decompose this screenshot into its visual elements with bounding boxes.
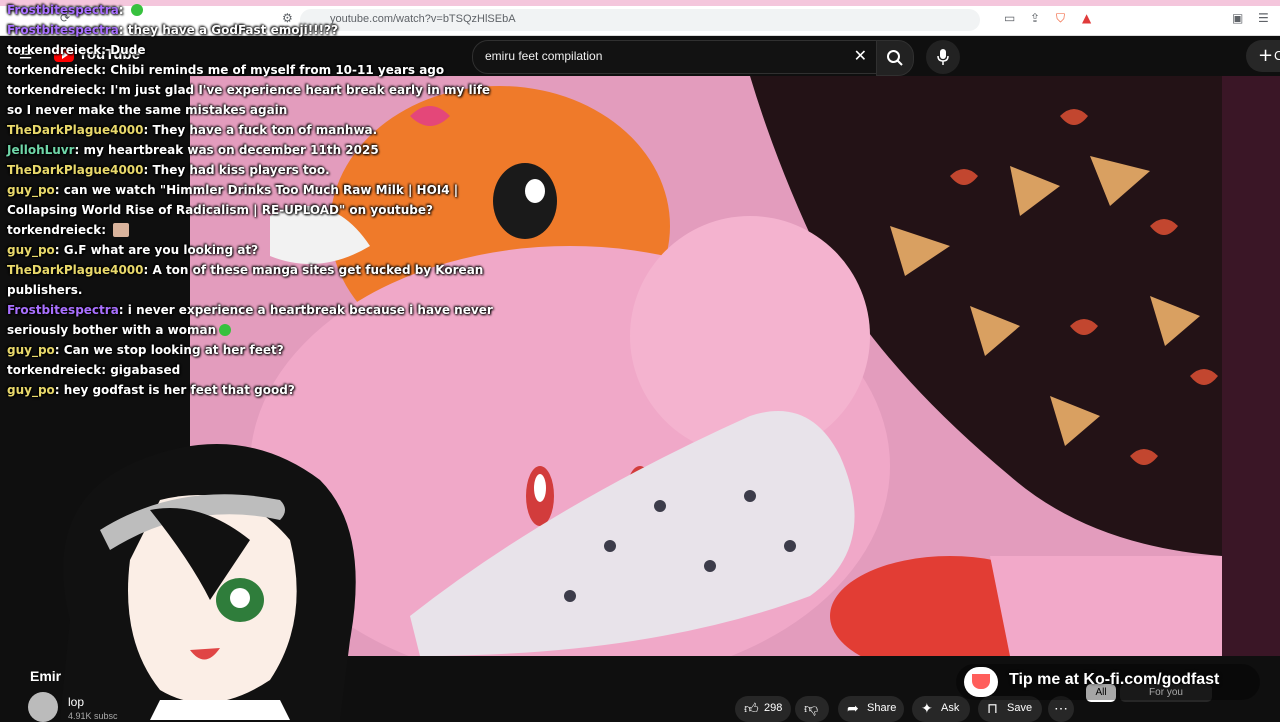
chat-message: torkendreieck: gigabased <box>7 360 507 380</box>
sidebar-toggle-icon[interactable]: ▣ <box>1232 11 1243 25</box>
rewards-icon[interactable]: ▲ <box>1082 11 1091 25</box>
like-count: 298 <box>764 702 783 714</box>
chat-message: torkendreieck: <box>7 220 507 240</box>
like-button[interactable]: 👍︎ 298 <box>735 696 791 722</box>
chat-message: guy_po: Can we stop looking at her feet? <box>7 340 507 360</box>
create-label: C <box>1274 48 1280 63</box>
more-icon: ⋯ <box>1054 700 1068 716</box>
thumbs-up-icon: 👍︎ <box>744 700 759 716</box>
chat-message: TheDarkPlague4000: A ton of these manga … <box>7 260 507 300</box>
chat-username: torkendreieck <box>7 363 102 377</box>
chat-text: G.F what are you looking at? <box>63 243 259 257</box>
sparkle-icon: ✦ <box>921 700 933 716</box>
face-emote-icon <box>113 223 130 237</box>
voice-search-button[interactable] <box>926 40 960 74</box>
kofi-text: Tip me at Ko-fi.com/godfast <box>1009 671 1220 688</box>
create-button[interactable]: + C <box>1246 40 1280 72</box>
chat-username: torkendreieck <box>7 223 102 237</box>
channel-name[interactable]: lop <box>68 695 84 709</box>
chat-text: Dude <box>110 43 146 57</box>
chat-message: Frostbitespectra: they have a GodFast em… <box>7 20 507 40</box>
chat-text: they have a GodFast emoji!!!?? <box>127 23 339 37</box>
chat-message: JellohLuvr: my heartbreak was on decembe… <box>7 140 507 160</box>
chat-separator: : <box>54 383 64 397</box>
ask-button[interactable]: ✦ Ask <box>912 696 970 722</box>
chat-username: Frostbitespectra <box>7 303 119 317</box>
chat-username: guy_po <box>7 343 55 357</box>
clear-search-icon[interactable]: ✕ <box>854 46 867 65</box>
share-button[interactable]: ➦ Share <box>838 696 904 722</box>
chat-username: torkendreieck <box>7 63 102 77</box>
chat-separator: : <box>118 23 128 37</box>
chat-username: guy_po <box>7 383 55 397</box>
thumbs-down-icon: 👎︎ <box>804 700 819 716</box>
stream-chat-overlay: Frostbitespectra: Frostbitespectra: they… <box>7 0 507 400</box>
share-label: Share <box>867 702 897 714</box>
chat-text: They had kiss players too. <box>152 163 330 177</box>
chat-message: TheDarkPlague4000: They had kiss players… <box>7 160 507 180</box>
chat-separator: : <box>118 303 128 317</box>
chat-message: Frostbitespectra: i never experience a h… <box>7 300 507 340</box>
chat-message: torkendreieck: Dude <box>7 40 507 60</box>
chat-message: guy_po: G.F what are you looking at? <box>7 240 507 260</box>
plus-icon: + <box>1258 45 1274 66</box>
chat-message: torkendreieck: Chibi reminds me of mysel… <box>7 60 507 80</box>
chat-text: hey godfast is her feet that good? <box>63 383 295 397</box>
chat-text: my heartbreak was on december 11th 2025 <box>83 143 379 157</box>
chat-username: JellohLuvr <box>7 143 75 157</box>
chat-text: Chibi reminds me of myself from 10-11 ye… <box>110 63 445 77</box>
search-input[interactable]: emiru feet compilation ✕ <box>472 40 878 74</box>
green-emote-icon <box>130 4 143 16</box>
video-side-gutter <box>1222 76 1280 656</box>
chat-separator: : <box>101 223 111 237</box>
chat-separator: : <box>54 183 64 197</box>
brave-shield-icon[interactable]: ⛉ <box>1056 11 1065 26</box>
chat-username: Frostbitespectra <box>7 23 119 37</box>
chat-username: guy_po <box>7 243 55 257</box>
microphone-icon <box>937 49 949 65</box>
extensions-icon[interactable]: ☰ <box>1258 11 1269 25</box>
chat-username: TheDarkPlague4000 <box>7 263 144 277</box>
chat-separator: : <box>101 43 111 57</box>
chat-text: They have a fuck ton of manhwa. <box>152 123 378 137</box>
chat-text: gigabased <box>110 363 181 377</box>
chat-username: guy_po <box>7 183 55 197</box>
chat-separator: : <box>101 63 111 77</box>
search-button[interactable] <box>876 40 914 76</box>
cast-icon[interactable]: ▭ <box>1004 11 1015 25</box>
channel-avatar[interactable] <box>28 692 58 722</box>
chat-separator: : <box>54 243 64 257</box>
save-label: Save <box>1007 702 1033 714</box>
ask-label: Ask <box>941 702 960 714</box>
chat-message: TheDarkPlague4000: They have a fuck ton … <box>7 120 507 140</box>
chat-message: torkendreieck: I'm just glad I've experi… <box>7 80 507 120</box>
share-page-icon[interactable]: ⇪ <box>1030 11 1040 25</box>
chat-message: guy_po: can we watch "Himmler Drinks Too… <box>7 180 507 220</box>
green-emote-icon <box>219 324 232 336</box>
chat-username: TheDarkPlague4000 <box>7 123 144 137</box>
search-icon <box>887 50 903 66</box>
video-title[interactable]: Emir <box>30 668 61 684</box>
kofi-cup-icon <box>964 667 998 697</box>
chat-username: torkendreieck <box>7 43 102 57</box>
chat-separator: : <box>74 143 84 157</box>
chat-text: can we watch "Himmler Drinks Too Much Ra… <box>7 183 459 217</box>
share-arrow-icon: ➦ <box>847 700 859 716</box>
chat-username: TheDarkPlague4000 <box>7 163 144 177</box>
chat-username: torkendreieck <box>7 83 102 97</box>
chat-message: Frostbitespectra: <box>7 0 507 20</box>
chat-message: guy_po: hey godfast is her feet that goo… <box>7 380 507 400</box>
kofi-banner: Tip me at Ko-fi.com/godfast <box>956 664 1260 700</box>
chat-text: Can we stop looking at her feet? <box>63 343 284 357</box>
chat-separator: : <box>54 343 64 357</box>
streamer-avatar-illustration <box>60 444 356 720</box>
bookmark-icon: ⊓ <box>987 700 998 716</box>
chat-separator: : <box>118 3 128 17</box>
chat-separator: : <box>101 363 111 377</box>
chat-separator: : <box>101 83 111 97</box>
dislike-button[interactable]: 👎︎ <box>795 696 829 722</box>
chat-username: Frostbitespectra <box>7 3 119 17</box>
